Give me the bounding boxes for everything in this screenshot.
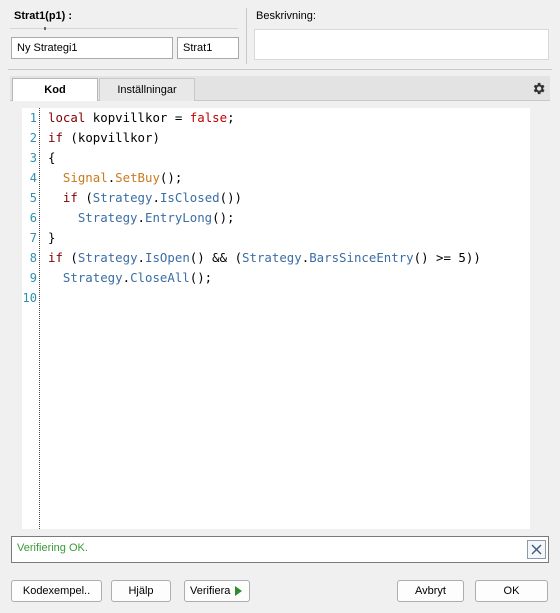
line-number: 6 [29, 211, 37, 225]
verify-label: Verifiera [190, 585, 231, 597]
ok-button[interactable]: OK [475, 580, 548, 602]
line-number: 4 [29, 171, 37, 185]
strategy-title: Strat1(p1) : [14, 10, 73, 22]
title-tick [44, 27, 46, 30]
code-examples-button[interactable]: Kodexempel.. [11, 580, 102, 602]
line-number: 10 [22, 291, 37, 305]
help-button[interactable]: Hjälp [111, 580, 171, 602]
line-number: 8 [29, 251, 37, 265]
status-close-button[interactable] [527, 540, 546, 559]
line-number: 1 [29, 111, 37, 125]
code-line[interactable]: if (Strategy.IsOpen() && (Strategy.BarsS… [48, 248, 481, 268]
header-separator [246, 8, 247, 64]
settings-button[interactable] [527, 78, 549, 99]
status-message: Verifiering OK. [17, 542, 88, 554]
code-line[interactable]: if (Strategy.IsClosed()) [48, 188, 242, 208]
code-line[interactable]: Strategy.EntryLong(); [48, 208, 235, 228]
description-label: Beskrivning: [256, 10, 316, 22]
gutter-divider [39, 108, 40, 529]
description-input[interactable] [254, 29, 549, 60]
line-number-gutter: 1 2 3 4 5 6 7 8 9 10 [22, 108, 39, 529]
line-number: 9 [29, 271, 37, 285]
line-number: 3 [29, 151, 37, 165]
verify-button[interactable]: Verifiera [184, 580, 250, 602]
tab-installningar[interactable]: Inställningar [99, 78, 195, 101]
code-line[interactable]: Strategy.CloseAll(); [48, 268, 212, 288]
code-line[interactable]: local kopvillkor = false; [48, 108, 235, 128]
code-line[interactable]: Signal.SetBuy(); [48, 168, 182, 188]
close-icon [531, 544, 542, 555]
cancel-button[interactable]: Avbryt [397, 580, 464, 602]
section-divider [8, 69, 552, 70]
code-line[interactable]: { [48, 148, 55, 168]
line-number: 7 [29, 231, 37, 245]
line-number: 5 [29, 191, 37, 205]
tab-bar: Kod Inställningar [10, 76, 550, 101]
strategy-short-name-input[interactable] [177, 37, 239, 59]
gear-icon [533, 82, 544, 95]
status-panel: Verifiering OK. [11, 536, 549, 563]
strategy-name-input[interactable] [11, 37, 173, 59]
code-editor[interactable]: 1 2 3 4 5 6 7 8 9 10 local kopvillkor = … [22, 108, 530, 529]
code-line[interactable]: } [48, 228, 55, 248]
play-icon [235, 586, 242, 596]
line-number: 2 [29, 131, 37, 145]
code-line[interactable]: if (kopvillkor) [48, 128, 160, 148]
tab-kod[interactable]: Kod [12, 78, 98, 101]
